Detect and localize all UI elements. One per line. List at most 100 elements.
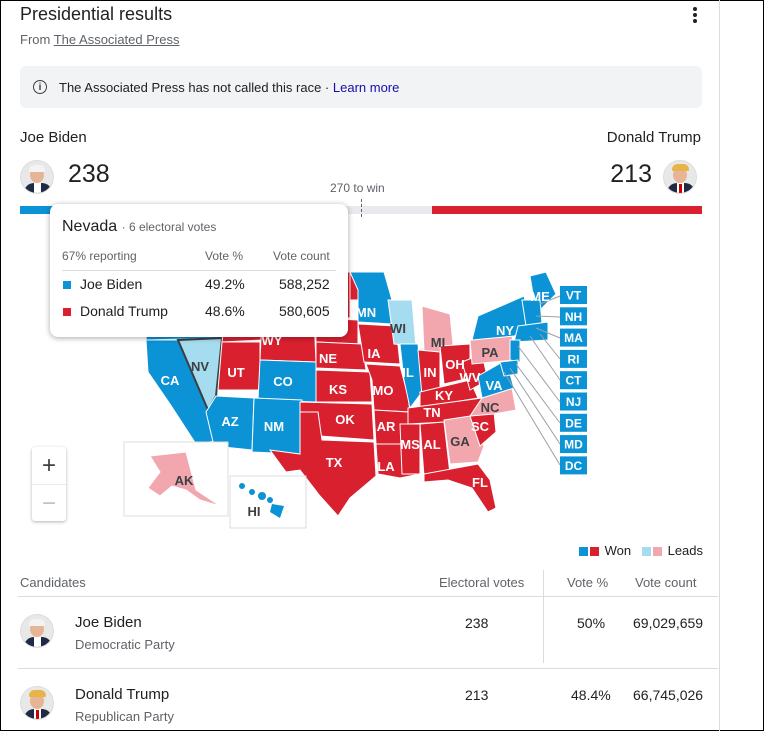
col-vote-pct: Vote % [567, 575, 609, 590]
state-label-nc: NC [481, 400, 500, 415]
state-label-ut: UT [227, 365, 244, 380]
col-vote-count: Vote count [635, 575, 697, 590]
panel-title: Presidential results [20, 4, 173, 24]
learn-more-link[interactable]: Learn more [333, 80, 399, 95]
state-label-la: LA [377, 459, 395, 474]
table-row-ev: 213 [465, 687, 489, 703]
small-state-nj: NJ [560, 392, 587, 411]
tooltip-reporting: 67% reporting [62, 249, 137, 263]
tooltip-state: Nevada [62, 218, 118, 235]
state-label-ks: KS [329, 382, 347, 397]
dem-lead-swatch [641, 547, 651, 557]
more-options-icon[interactable] [688, 5, 702, 25]
source-line: From The Associated Press [20, 32, 179, 47]
state-label-ms: MS [400, 437, 420, 452]
legend-leads: Leads [667, 543, 704, 558]
small-state-md: MD [560, 435, 587, 454]
state-label-ak: AK [175, 473, 194, 488]
tooltip-row-count: 580,605 [279, 303, 330, 319]
state-tooltip: Nevada · 6 electoral votes 67% reporting… [50, 204, 348, 337]
state-label-ca: CA [161, 373, 180, 388]
svg-text:NJ: NJ [566, 395, 581, 409]
trump-avatar [663, 160, 697, 194]
state-label-az: AZ [221, 414, 238, 429]
col-candidates: Candidates [20, 575, 86, 590]
rep-won-swatch [590, 547, 599, 557]
win-threshold-label: 270 to win [330, 181, 385, 195]
biden-avatar [20, 160, 54, 194]
small-state-nh: NH [560, 307, 587, 326]
svg-text:RI: RI [568, 352, 580, 366]
trump-row-avatar [20, 686, 54, 720]
state-label-ar: AR [377, 419, 396, 434]
col-electoral-votes: Electoral votes [439, 575, 525, 590]
source-link[interactable]: The Associated Press [54, 32, 180, 47]
svg-text:MA: MA [564, 331, 583, 345]
state-label-wi: WI [390, 321, 406, 336]
small-state-vt: VT [560, 286, 587, 304]
table-row-count: 66,745,026 [633, 687, 704, 703]
state-label-pa: PA [481, 345, 499, 360]
state-label-mi: MI [431, 335, 445, 350]
state-label-mo: MO [373, 383, 394, 398]
state-label-ga: GA [450, 434, 470, 449]
tooltip-divider [62, 270, 336, 271]
trump-swatch [63, 308, 71, 316]
state-label-hi: HI [248, 504, 261, 519]
svg-text:NH: NH [565, 310, 582, 324]
tooltip-row-name: Donald Trump [80, 303, 168, 319]
small-state-dc: DC [560, 456, 587, 475]
trump-electoral-votes: 213 [610, 160, 652, 188]
info-icon: i [33, 80, 47, 94]
small-state-de: DE [560, 413, 587, 432]
race-notice: i The Associated Press has not called th… [20, 66, 702, 108]
state-label-tn: TN [423, 405, 440, 420]
state-label-nm: NM [264, 419, 284, 434]
tooltip-row-count: 588,252 [279, 276, 330, 292]
tooltip-row-pct: 48.6% [205, 303, 245, 319]
biden-row-avatar [20, 614, 54, 648]
zoom-in-button[interactable]: + [32, 447, 66, 484]
table-header-divider [18, 596, 718, 597]
table-row-party: Democratic Party [75, 637, 175, 652]
tooltip-row-pct: 49.2% [205, 276, 245, 292]
table-row-count: 69,029,659 [633, 615, 704, 631]
state-label-ok: OK [335, 412, 355, 427]
table-row-name: Donald Trump [75, 686, 170, 703]
tooltip-col-count: Vote count [273, 249, 330, 263]
state-label-in: IN [424, 365, 437, 380]
zoom-out-button[interactable]: − [32, 484, 66, 522]
table-row-ev: 238 [465, 615, 489, 631]
state-label-mn: MN [356, 305, 376, 320]
dem-won-swatch [579, 547, 588, 557]
biden-swatch [63, 281, 71, 289]
table-row-party: Republican Party [75, 709, 174, 724]
source-prefix: From [20, 32, 51, 47]
state-label-wv: WV [460, 370, 481, 385]
table-row-pct: 50% [577, 615, 606, 631]
state-label-ia: IA [368, 346, 382, 361]
small-state-ct: CT [560, 371, 587, 390]
legend-won: Won [604, 543, 632, 558]
state-label-sc: SC [471, 419, 490, 434]
tooltip-row-name: Joe Biden [80, 276, 143, 292]
biden-name: Joe Biden [20, 129, 87, 146]
state-nj [509, 339, 521, 363]
biden-electoral-votes: 238 [68, 160, 110, 188]
state-label-ne: NE [319, 351, 337, 366]
map-zoom-control: + − [32, 447, 66, 521]
tooltip-col-pct: Vote % [205, 249, 244, 263]
state-label-va: VA [485, 378, 503, 393]
state-label-me: ME [530, 289, 550, 304]
rep-lead-swatch [652, 547, 662, 557]
svg-text:CT: CT [566, 374, 583, 388]
small-state-ma: MA [560, 328, 587, 347]
table-row-pct: 48.4% [571, 687, 611, 703]
state-label-nv: NV [191, 359, 209, 374]
small-state-ri: RI [560, 349, 587, 368]
state-label-ky: KY [435, 388, 453, 403]
state-label-al: AL [423, 437, 440, 452]
svg-text:DE: DE [565, 416, 582, 430]
table-row-divider [18, 668, 718, 669]
table-column-divider [543, 570, 544, 663]
